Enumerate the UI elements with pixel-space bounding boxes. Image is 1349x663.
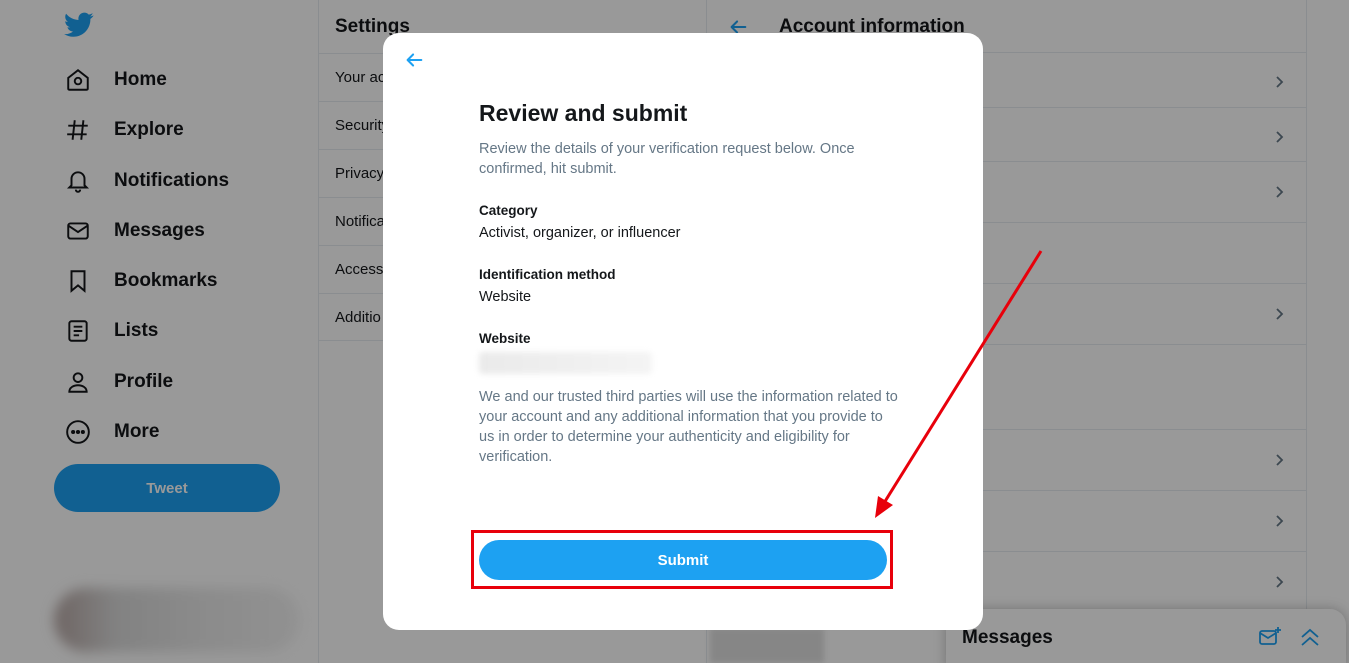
verification-disclaimer: We and our trusted third parties will us… [479,389,898,465]
category-value: Activist, organizer, or influencer [479,225,681,241]
website-value-redacted [479,352,652,374]
annotation-highlight-box [471,530,893,589]
website-label: Website [479,331,531,346]
identification-method-label: Identification method [479,267,616,282]
dialog-title: Review and submit [479,100,688,126]
identification-method-value: Website [479,289,532,305]
dialog-description: Review the details of your verification … [479,141,855,177]
back-arrow-icon[interactable] [403,49,425,71]
category-label: Category [479,203,538,218]
